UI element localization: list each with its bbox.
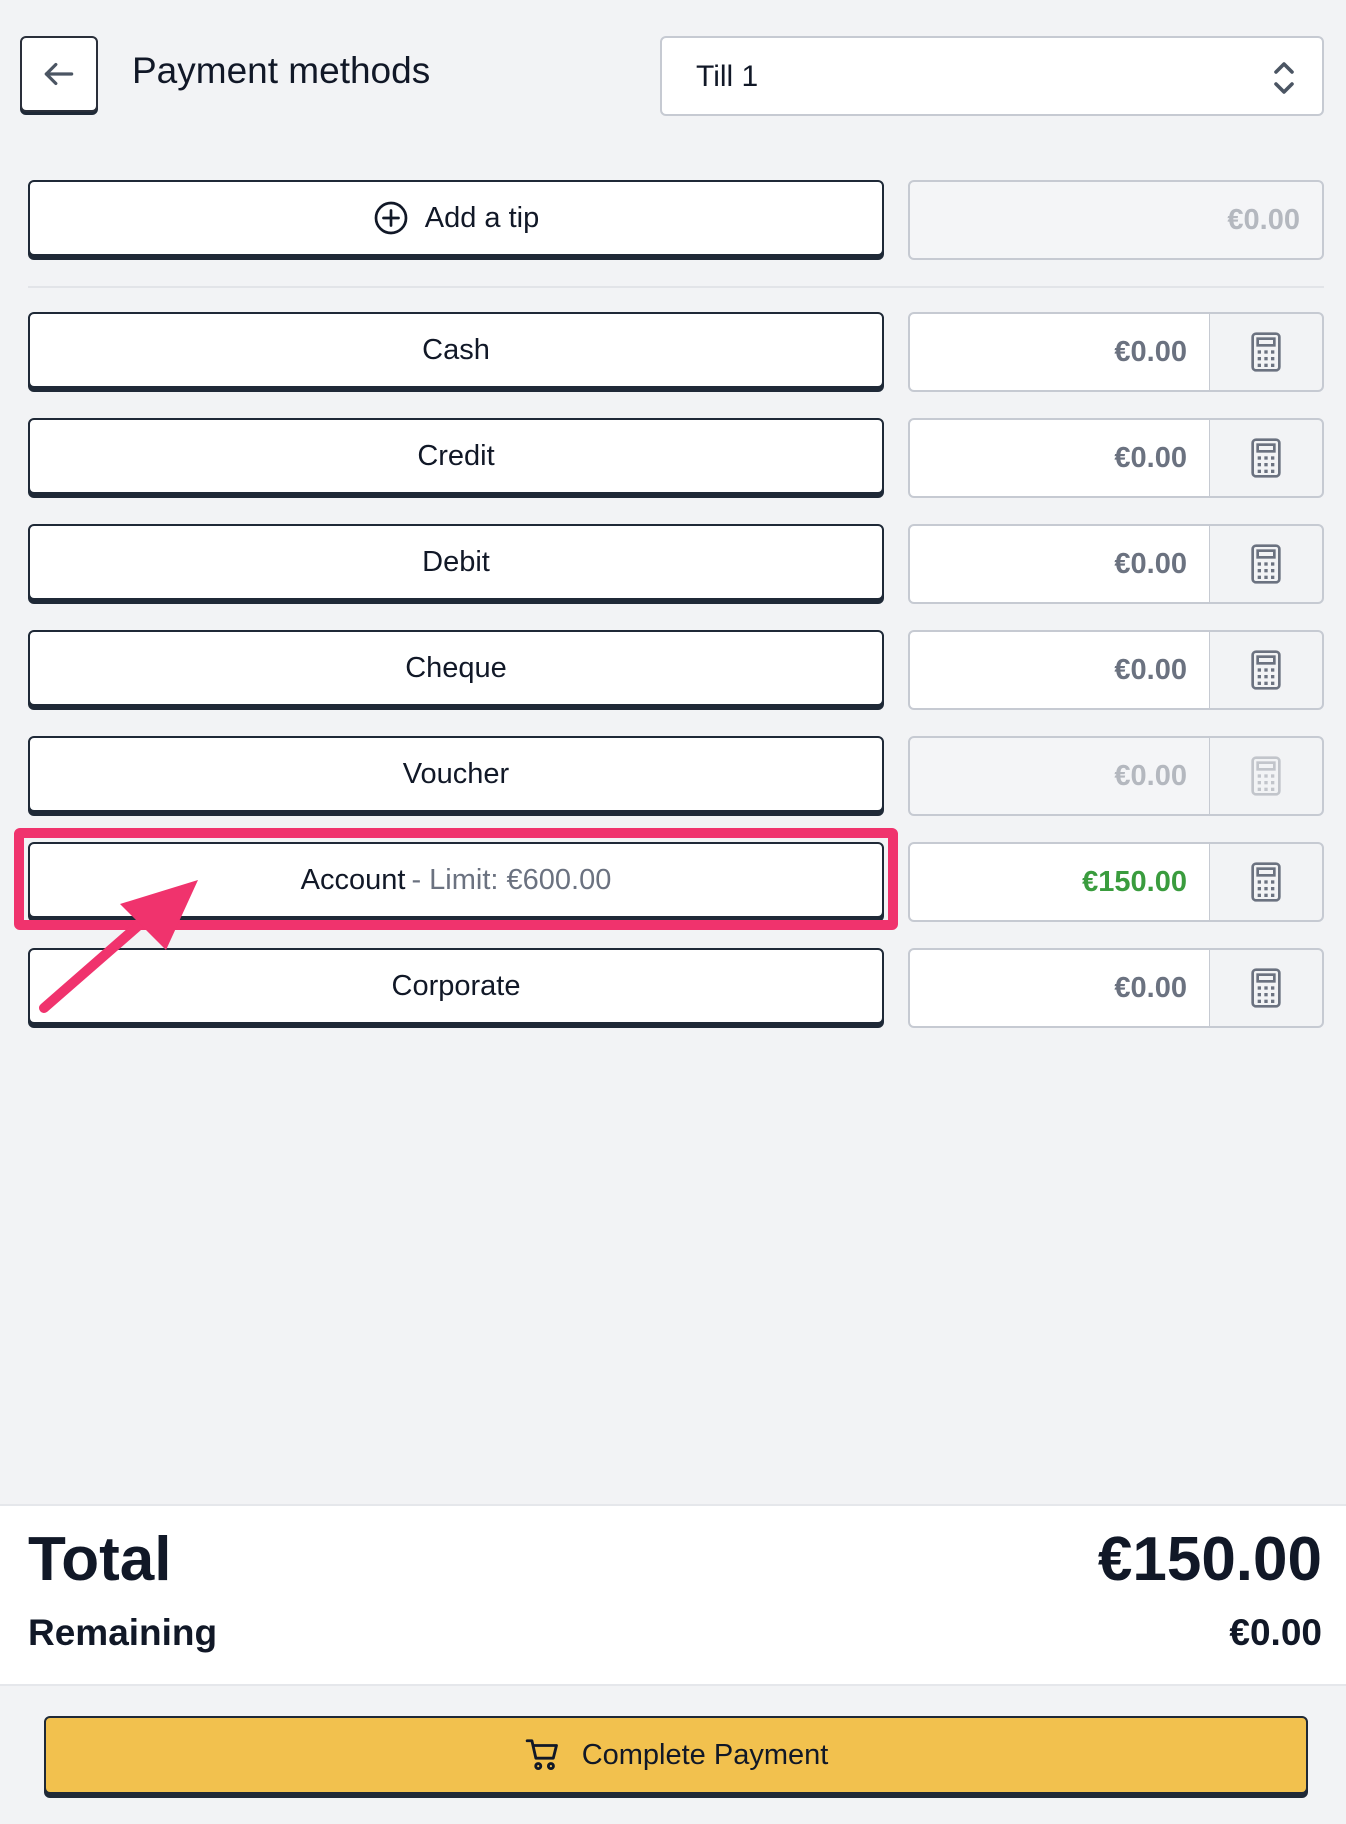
cart-icon xyxy=(525,1739,558,1771)
total-label: Total xyxy=(28,1525,172,1594)
remaining-label: Remaining xyxy=(28,1612,218,1653)
annotation-arrow xyxy=(39,880,198,1013)
total-value: €150.00 xyxy=(1097,1525,1322,1594)
credit-button[interactable]: Credit xyxy=(28,418,884,494)
payment-row-cheque: Cheque €0.00 xyxy=(28,630,1324,710)
cheque-label: Cheque xyxy=(405,651,507,684)
calculator-icon xyxy=(1251,650,1281,690)
calculator-icon xyxy=(1251,332,1281,372)
complete-payment-label: Complete Payment xyxy=(581,1738,829,1771)
cash-amount-input[interactable]: €0.00 xyxy=(908,312,1210,392)
cheque-amount-input[interactable]: €0.00 xyxy=(908,630,1210,710)
calculator-icon xyxy=(1251,756,1281,796)
corporate-amount-input[interactable]: €0.00 xyxy=(908,948,1210,1028)
till-select[interactable]: Till 1 xyxy=(660,36,1324,116)
voucher-amount-input: €0.00 xyxy=(908,736,1210,816)
calculator-icon xyxy=(1251,544,1281,584)
voucher-label: Voucher xyxy=(402,757,510,790)
cheque-calculator-button[interactable] xyxy=(1209,630,1324,710)
complete-payment-button[interactable]: Complete Payment xyxy=(44,1716,1308,1794)
voucher-button[interactable]: Voucher xyxy=(28,736,884,812)
cash-calculator-button[interactable] xyxy=(1209,312,1324,392)
corporate-label: Corporate xyxy=(391,969,521,1002)
tip-row: Add a tip €0.00 xyxy=(28,180,1324,260)
chevron-up-down-icon xyxy=(1274,62,1294,94)
account-amount-input[interactable]: €150.00 xyxy=(908,842,1210,922)
add-tip-button[interactable]: Add a tip xyxy=(28,180,884,256)
cash-label: Cash xyxy=(422,333,490,366)
arrow-left-icon xyxy=(44,62,74,86)
credit-calculator-button[interactable] xyxy=(1209,418,1324,498)
totals-panel: Total €150.00 Remaining €0.00 xyxy=(0,1504,1346,1686)
payment-row-debit: Debit €0.00 xyxy=(28,524,1324,604)
calculator-icon xyxy=(1251,438,1281,478)
plus-circle-icon xyxy=(374,201,408,235)
account-calculator-button[interactable] xyxy=(1209,842,1324,922)
debit-button[interactable]: Debit xyxy=(28,524,884,600)
calculator-icon xyxy=(1251,862,1281,902)
header: Payment methods Till 1 xyxy=(0,0,1346,150)
remaining-value: €0.00 xyxy=(1229,1612,1322,1653)
corporate-calculator-button[interactable] xyxy=(1209,948,1324,1028)
divider xyxy=(28,286,1324,288)
till-select-value: Till 1 xyxy=(696,60,759,93)
cash-button[interactable]: Cash xyxy=(28,312,884,388)
back-button[interactable] xyxy=(20,36,98,112)
calculator-icon xyxy=(1251,968,1281,1008)
voucher-calculator-button xyxy=(1209,736,1324,816)
debit-label: Debit xyxy=(422,545,490,578)
payment-row-voucher: Voucher €0.00 xyxy=(28,736,1324,816)
payment-row-corporate: Corporate €0.00 xyxy=(28,948,1324,1028)
tip-amount-input[interactable]: €0.00 xyxy=(908,180,1324,260)
credit-label: Credit xyxy=(417,439,495,472)
debit-calculator-button[interactable] xyxy=(1209,524,1324,604)
page-title: Payment methods xyxy=(132,50,431,91)
credit-amount-input[interactable]: €0.00 xyxy=(908,418,1210,498)
payment-row-credit: Credit €0.00 xyxy=(28,418,1324,498)
debit-amount-input[interactable]: €0.00 xyxy=(908,524,1210,604)
payment-row-cash: Cash €0.00 xyxy=(28,312,1324,392)
cheque-button[interactable]: Cheque xyxy=(28,630,884,706)
add-tip-label: Add a tip xyxy=(424,201,540,234)
